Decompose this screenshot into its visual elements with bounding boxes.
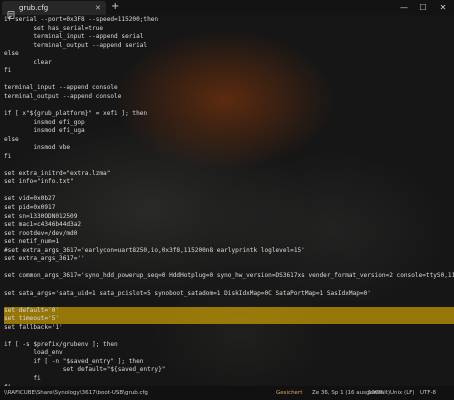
code-line[interactable]: fi [4,375,454,384]
code-line[interactable]: clear [4,59,454,68]
code-line[interactable]: insmod efi_uga [4,127,454,136]
minimize-button[interactable]: — [397,0,411,15]
code-line[interactable]: set default="${saved_entry}" [4,366,454,375]
code-line[interactable]: if serial --port=0x3F8 --speed=115200;th… [4,16,454,25]
code-line[interactable]: ​ [4,76,454,85]
code-line[interactable]: ​ [4,298,454,307]
code-line[interactable]: if [ x"${grub_platform}" = xefi ]; then [4,110,454,119]
code-line[interactable]: ​ [4,264,454,273]
text-editor[interactable]: if serial --port=0x3F8 --speed=115200;th… [0,15,454,386]
code-line[interactable]: fi [4,153,454,162]
code-line[interactable]: else [4,136,454,145]
code-line[interactable]: set common_args_3617='syno_hdd_powerup_s… [4,272,454,281]
code-line[interactable]: set extra_initrd="extra.lzma" [4,170,454,179]
zoom-level[interactable]: 100% [368,386,384,400]
code-line[interactable]: ​ [4,281,454,290]
code-line[interactable]: set info="info.txt" [4,178,454,187]
maximize-button[interactable]: ☐ [416,0,430,15]
code-line[interactable]: set fallback='1' [4,324,454,333]
status-bar: \\RAFICUBE\Share\Synology\3617\boot-USB\… [0,386,454,400]
code-line[interactable]: set sn=1330ODN012509 [4,213,454,222]
code-line[interactable]: if [ -s $prefix/grubenv ]; then [4,341,454,350]
code-line[interactable]: ​ [4,101,454,110]
code-line[interactable]: ​ [4,332,454,341]
code-line[interactable]: terminal_input --append serial [4,33,454,42]
code-line[interactable]: else [4,50,454,59]
code-line[interactable]: set timeout='5' [4,315,454,324]
tab-grub-cfg[interactable]: grub.cfg ✕ [2,1,106,19]
code-line[interactable]: set sata_args='sata_uid=1 sata_pcislot=5… [4,290,454,299]
code-line[interactable]: if [ -n "$saved_entry" ]; then [4,358,454,367]
code-line[interactable]: terminal_input --append console [4,84,454,93]
code-line[interactable]: set has_serial=true [4,25,454,34]
code-line[interactable]: terminal_output --append console [4,93,454,102]
code-line[interactable]: #set extra_args_3617='earlycon=uart8250,… [4,247,454,256]
tab-title: grub.cfg [19,4,49,12]
code-line[interactable]: load_env [4,349,454,358]
close-window-button[interactable]: ✕ [436,0,450,15]
code-line[interactable]: set extra_args_3617='' [4,255,454,264]
code-line[interactable]: set rootdev=/dev/md0 [4,230,454,239]
code-line[interactable]: terminal_output --append serial [4,42,454,51]
file-path: \\RAFICUBE\Share\Synology\3617\boot-USB\… [4,390,148,396]
code-line[interactable]: ​ [4,187,454,196]
code-line[interactable]: insmod vbe [4,144,454,153]
code-area[interactable]: if serial --port=0x3F8 --speed=115200;th… [4,16,454,386]
code-line[interactable]: set vid=0x0b27 [4,195,454,204]
code-line[interactable]: ​ [4,161,454,170]
line-ending[interactable]: Unix (LF) [390,386,415,400]
new-tab-button[interactable]: + [111,0,119,14]
document-icon [7,4,15,19]
close-tab-icon[interactable]: ✕ [95,2,101,14]
encoding[interactable]: UTF-8 [420,386,436,400]
code-line[interactable]: set pid=0x0917 [4,204,454,213]
saved-status: Gesichert [276,390,303,396]
title-bar: grub.cfg ✕ + — ☐ ✕ [0,0,454,19]
code-line[interactable]: fi [4,67,454,76]
code-line[interactable]: insmod efi_gop [4,119,454,128]
code-line[interactable]: set mac1=c4346b44d3a2 [4,221,454,230]
code-line[interactable]: set default='0' [4,306,454,316]
code-line[interactable]: set netif_num=1 [4,238,454,247]
